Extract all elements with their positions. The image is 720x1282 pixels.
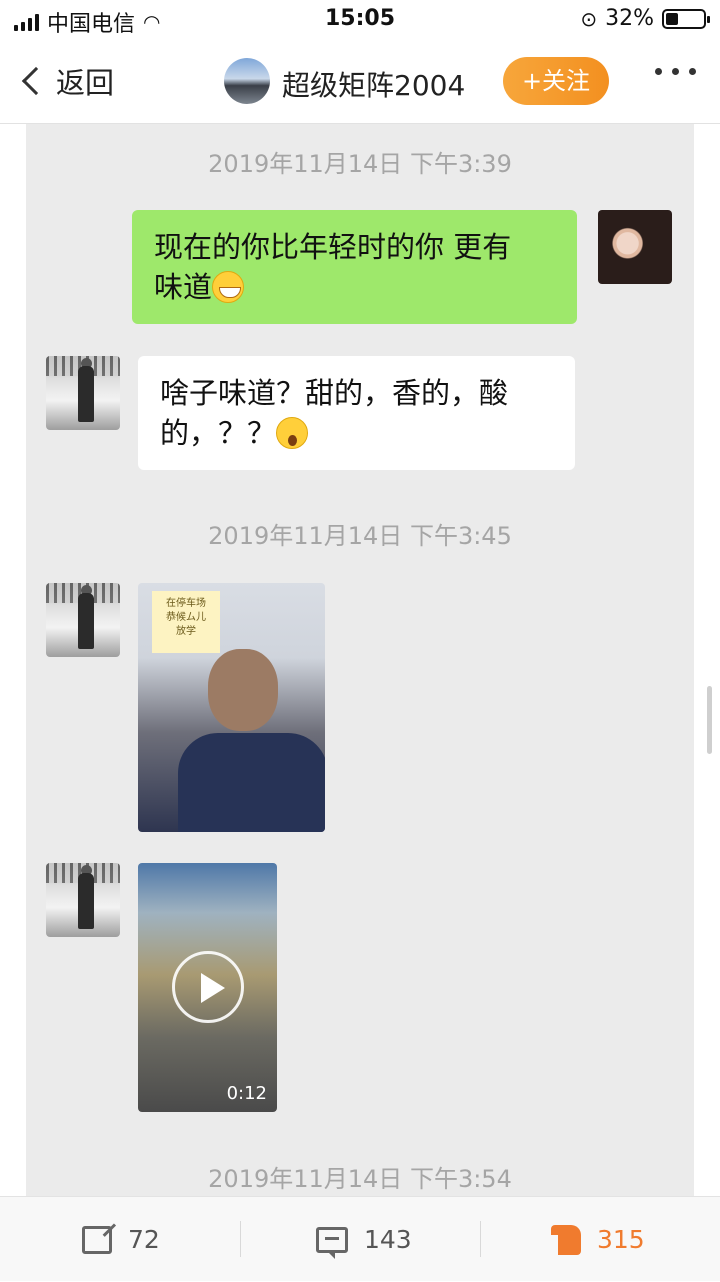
share-icon (82, 1225, 112, 1254)
timestamp: 2019年11月14日 下午3:54 (208, 1165, 512, 1193)
video-duration: 0:12 (226, 1083, 267, 1104)
page-title: 超级矩阵2004 (282, 69, 466, 102)
battery-percent: 32% (605, 6, 654, 31)
sticker-text: 放学 (176, 626, 196, 637)
message-bubble-left: 啥子味道？甜的，香的，酸 的，？？ (138, 356, 575, 470)
like-button[interactable]: 315 (551, 1197, 645, 1282)
scrollbar[interactable] (707, 686, 712, 754)
chevron-left-icon (21, 66, 51, 96)
sticker-text: 恭候ム儿 (166, 612, 206, 623)
battery-fill (666, 12, 678, 25)
photo-face (208, 649, 278, 731)
battery-icon (662, 8, 710, 29)
divider (240, 1221, 241, 1257)
play-icon[interactable] (172, 951, 244, 1023)
avatar[interactable] (224, 58, 270, 104)
timestamp: 2019年11月14日 下午3:39 (208, 150, 512, 178)
avatar-receiver (46, 863, 120, 937)
message-text: 的，？？ (160, 416, 277, 450)
share-button[interactable]: 72 (82, 1197, 160, 1282)
message-text: 味道 (154, 270, 213, 304)
share-count: 72 (128, 1225, 160, 1254)
more-options-button[interactable] (655, 68, 696, 75)
photo-body (178, 733, 325, 832)
orientation-lock-icon: ⊙ (580, 6, 598, 31)
dot-icon (689, 68, 696, 75)
video-message[interactable]: 0:12 (138, 863, 277, 1112)
status-right: ⊙ 32% (580, 6, 710, 31)
grinning-face-icon (212, 271, 245, 303)
comment-button[interactable]: 143 (316, 1197, 412, 1282)
comment-icon (316, 1226, 348, 1259)
bottom-action-bar: 72 143 315 (0, 1196, 720, 1281)
astonished-face-icon (276, 417, 309, 449)
nav-bar: 返回 超级矩阵2004 +关注 (0, 40, 720, 124)
dot-icon (655, 68, 662, 75)
chat-screenshot[interactable]: 2019年11月14日 下午3:39 现在的你比年轻时的你 更有 味道 啥子味道… (26, 124, 694, 1196)
sticker-text: 在停车场 (166, 598, 206, 609)
back-button[interactable]: 返回 (20, 60, 114, 102)
back-label: 返回 (56, 66, 115, 100)
message-bubble-right: 现在的你比年轻时的你 更有 味道 (132, 210, 577, 324)
dot-icon (672, 68, 679, 75)
status-bar: 中国电信 ◠ 15:05 ⊙ 32% (0, 0, 720, 40)
timestamp: 2019年11月14日 下午3:45 (208, 522, 512, 550)
avatar-sender (598, 210, 672, 284)
message-text: 啥子味道？甜的，香的，酸 (160, 376, 509, 410)
avatar-receiver (46, 583, 120, 657)
like-count: 315 (597, 1225, 645, 1254)
sticker-label: 在停车场 恭候ム儿 放学 (152, 591, 220, 653)
thumbs-up-icon (551, 1224, 581, 1255)
comment-count: 143 (364, 1225, 412, 1254)
follow-button[interactable]: +关注 (503, 57, 609, 105)
message-text: 现在的你比年轻时的你 更有 (154, 230, 512, 264)
divider (480, 1221, 481, 1257)
avatar-receiver (46, 356, 120, 430)
image-message[interactable]: 在停车场 恭候ム儿 放学 (138, 583, 325, 832)
